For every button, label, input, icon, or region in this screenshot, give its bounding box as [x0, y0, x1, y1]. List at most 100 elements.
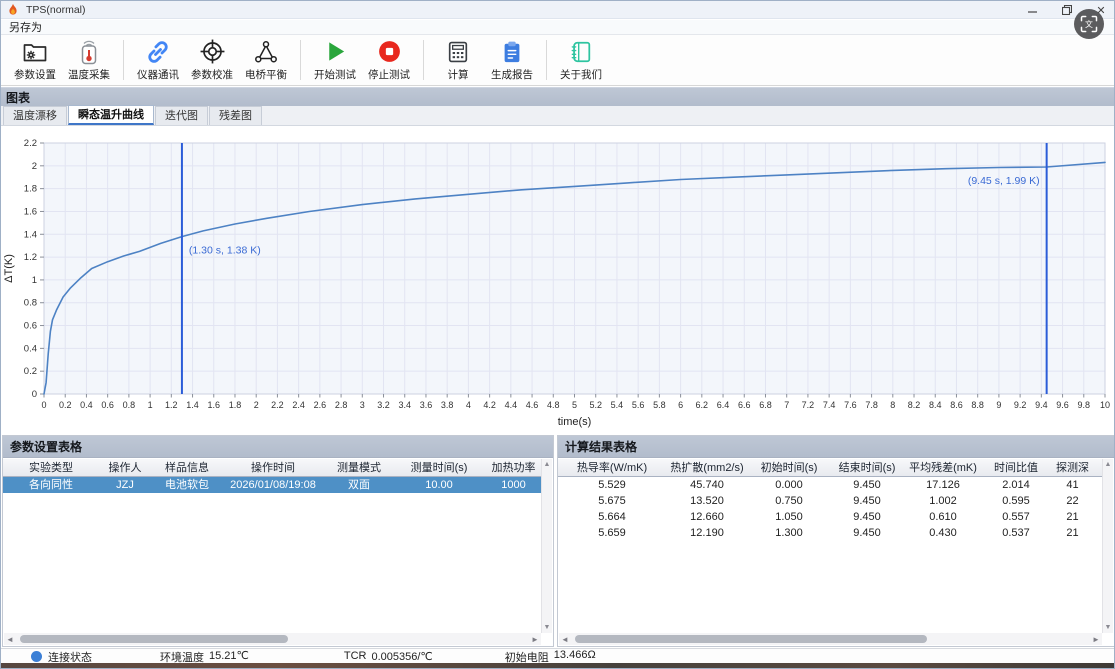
table-cell: 2.014 [982, 477, 1050, 493]
table-cell: 0.750 [748, 493, 830, 509]
screenshot-translate-button[interactable]: 文 [1074, 9, 1104, 39]
scroll-left-arrow-icon[interactable]: ◄ [4, 635, 16, 644]
table-cell: 0.000 [748, 477, 830, 493]
folder-gear-icon [22, 38, 48, 65]
result-table-panel: 计算结果表格 热导率(W/mK)热扩散(mm2/s)初始时间(s)结束时间(s)… [557, 435, 1115, 647]
table-cell: JZJ [99, 477, 151, 493]
result-table-vscrollbar[interactable]: ▲▼ [1102, 459, 1113, 633]
table-cell: 1000 [483, 477, 541, 493]
svg-text:9.2: 9.2 [1014, 400, 1027, 410]
svg-text:5: 5 [572, 400, 577, 410]
scrollbar-thumb[interactable] [575, 635, 927, 643]
svg-text:3.6: 3.6 [420, 400, 433, 410]
link-icon [145, 38, 171, 65]
column-header[interactable]: 结束时间(s) [830, 459, 904, 476]
table-cell: 0.537 [982, 525, 1050, 541]
desktop-edge-strip [1, 663, 1114, 668]
table-cell: 0.595 [982, 493, 1050, 509]
scroll-right-arrow-icon[interactable]: ► [529, 635, 541, 644]
svg-text:0.2: 0.2 [24, 366, 37, 377]
table-row[interactable]: 各向同性JZJ电池软包2026/01/08/19:08双面10.001000 [3, 477, 541, 493]
app-window: TPS(normal) ✕ 文 另存为 参数设置温度采集仪器通讯参数校准电桥平衡… [0, 0, 1115, 669]
column-header[interactable]: 初始时间(s) [748, 459, 830, 476]
result-table: 热导率(W/mK)热扩散(mm2/s)初始时间(s)结束时间(s)平均残差(mK… [558, 459, 1102, 633]
start-test-button[interactable]: 开始测试 [309, 38, 361, 82]
minimize-button[interactable] [1024, 2, 1042, 18]
table-cell: 0.557 [982, 509, 1050, 525]
svg-text:5.6: 5.6 [632, 400, 645, 410]
table-cell: 2026/01/08/19:08 [223, 477, 323, 493]
stop-icon [377, 38, 402, 65]
svg-text:0.8: 0.8 [123, 400, 136, 410]
svg-text:2.6: 2.6 [314, 400, 327, 410]
result-table-hscrollbar[interactable]: ◄ ► [559, 633, 1102, 645]
column-header[interactable]: 热扩散(mm2/s) [666, 459, 748, 476]
svg-text:4.2: 4.2 [483, 400, 496, 410]
column-header[interactable]: 实验类型 [3, 459, 99, 476]
bridge-balance-button[interactable]: 电桥平衡 [240, 38, 292, 82]
column-header[interactable]: 测量时间(s) [395, 459, 483, 476]
table-cell: 13.520 [666, 493, 748, 509]
menu-save-as[interactable]: 另存为 [9, 19, 42, 35]
column-header[interactable]: 热导率(W/mK) [558, 459, 666, 476]
svg-text:0.6: 0.6 [24, 321, 37, 332]
stop-test-button[interactable]: 停止测试 [363, 38, 415, 82]
tab-transient-rise-curve[interactable]: 瞬态温升曲线 [68, 105, 154, 125]
column-header[interactable]: 操作时间 [223, 459, 323, 476]
generate-report-button[interactable]: 生成报告 [486, 38, 538, 82]
svg-text:9.4: 9.4 [1035, 400, 1048, 410]
calculate-button[interactable]: 计算 [432, 38, 484, 82]
scrollbar-track[interactable] [571, 634, 1090, 644]
parameter-table-panel: 参数设置表格 实验类型操作人样品信息操作时间测量模式测量时间(s)加热功率各向同… [2, 435, 554, 647]
svg-text:1: 1 [148, 400, 153, 410]
maximize-restore-button[interactable] [1058, 2, 1076, 18]
toolbar-separator [546, 40, 547, 80]
svg-text:0.4: 0.4 [80, 400, 93, 410]
about-us-button[interactable]: 关于我们 [555, 38, 607, 82]
toolbar-button-label: 关于我们 [560, 67, 602, 82]
column-header[interactable]: 时间比值 [982, 459, 1050, 476]
scrollbar-thumb[interactable] [20, 635, 288, 643]
svg-text:7.2: 7.2 [802, 400, 815, 410]
table-cell: 双面 [323, 477, 395, 493]
svg-text:3.2: 3.2 [377, 400, 390, 410]
scroll-right-arrow-icon[interactable]: ► [1090, 635, 1102, 644]
transient-temperature-chart[interactable]: 00.20.40.60.811.21.41.61.822.22.42.62.83… [1, 126, 1115, 434]
toolbar-separator [123, 40, 124, 80]
table-row[interactable]: 5.52945.7400.0009.45017.1262.01441 [558, 477, 1102, 493]
parameter-calibration-button[interactable]: 参数校准 [186, 38, 238, 82]
tab-iteration-plot[interactable]: 迭代图 [155, 106, 208, 125]
about-icon [569, 38, 593, 65]
column-header[interactable]: 加热功率 [483, 459, 541, 476]
table-row[interactable]: 5.66412.6601.0509.4500.6100.55721 [558, 509, 1102, 525]
calculator-icon [446, 38, 470, 65]
temperature-acquisition-button[interactable]: 温度采集 [63, 38, 115, 82]
instrument-communication-button[interactable]: 仪器通讯 [132, 38, 184, 82]
table-row[interactable]: 5.67513.5200.7509.4501.0020.59522 [558, 493, 1102, 509]
toolbar-button-label: 开始测试 [314, 67, 356, 82]
table-cell: 电池软包 [151, 477, 223, 493]
tab-temperature-drift[interactable]: 温度漂移 [3, 106, 67, 125]
chart-section-title: 图表 [6, 89, 30, 106]
svg-text:6.2: 6.2 [696, 400, 709, 410]
parameter-settings-button[interactable]: 参数设置 [9, 38, 61, 82]
x-axis-ticks: 00.20.40.60.811.21.41.61.822.22.42.62.83… [41, 394, 1110, 410]
toolbar-button-label: 停止测试 [368, 67, 410, 82]
column-header[interactable]: 样品信息 [151, 459, 223, 476]
column-header[interactable]: 测量模式 [323, 459, 395, 476]
column-header[interactable]: 平均残差(mK) [904, 459, 982, 476]
scrollbar-track[interactable] [16, 634, 529, 644]
svg-text:5.8: 5.8 [653, 400, 666, 410]
parameter-table-hscrollbar[interactable]: ◄ ► [4, 633, 541, 645]
svg-text:0.8: 0.8 [24, 298, 37, 309]
table-row[interactable]: 5.65912.1901.3009.4500.4300.53721 [558, 525, 1102, 541]
table-cell: 45.740 [666, 477, 748, 493]
column-header[interactable]: 操作人 [99, 459, 151, 476]
table-cell: 41 [1050, 477, 1095, 493]
parameter-table-vscrollbar[interactable]: ▲▼ [541, 459, 552, 633]
column-header[interactable]: 探测深 [1050, 459, 1095, 476]
scroll-left-arrow-icon[interactable]: ◄ [559, 635, 571, 644]
svg-text:9.8: 9.8 [1078, 400, 1091, 410]
tab-residual-plot[interactable]: 残差图 [209, 106, 262, 125]
toolbar-button-label: 温度采集 [68, 67, 110, 82]
